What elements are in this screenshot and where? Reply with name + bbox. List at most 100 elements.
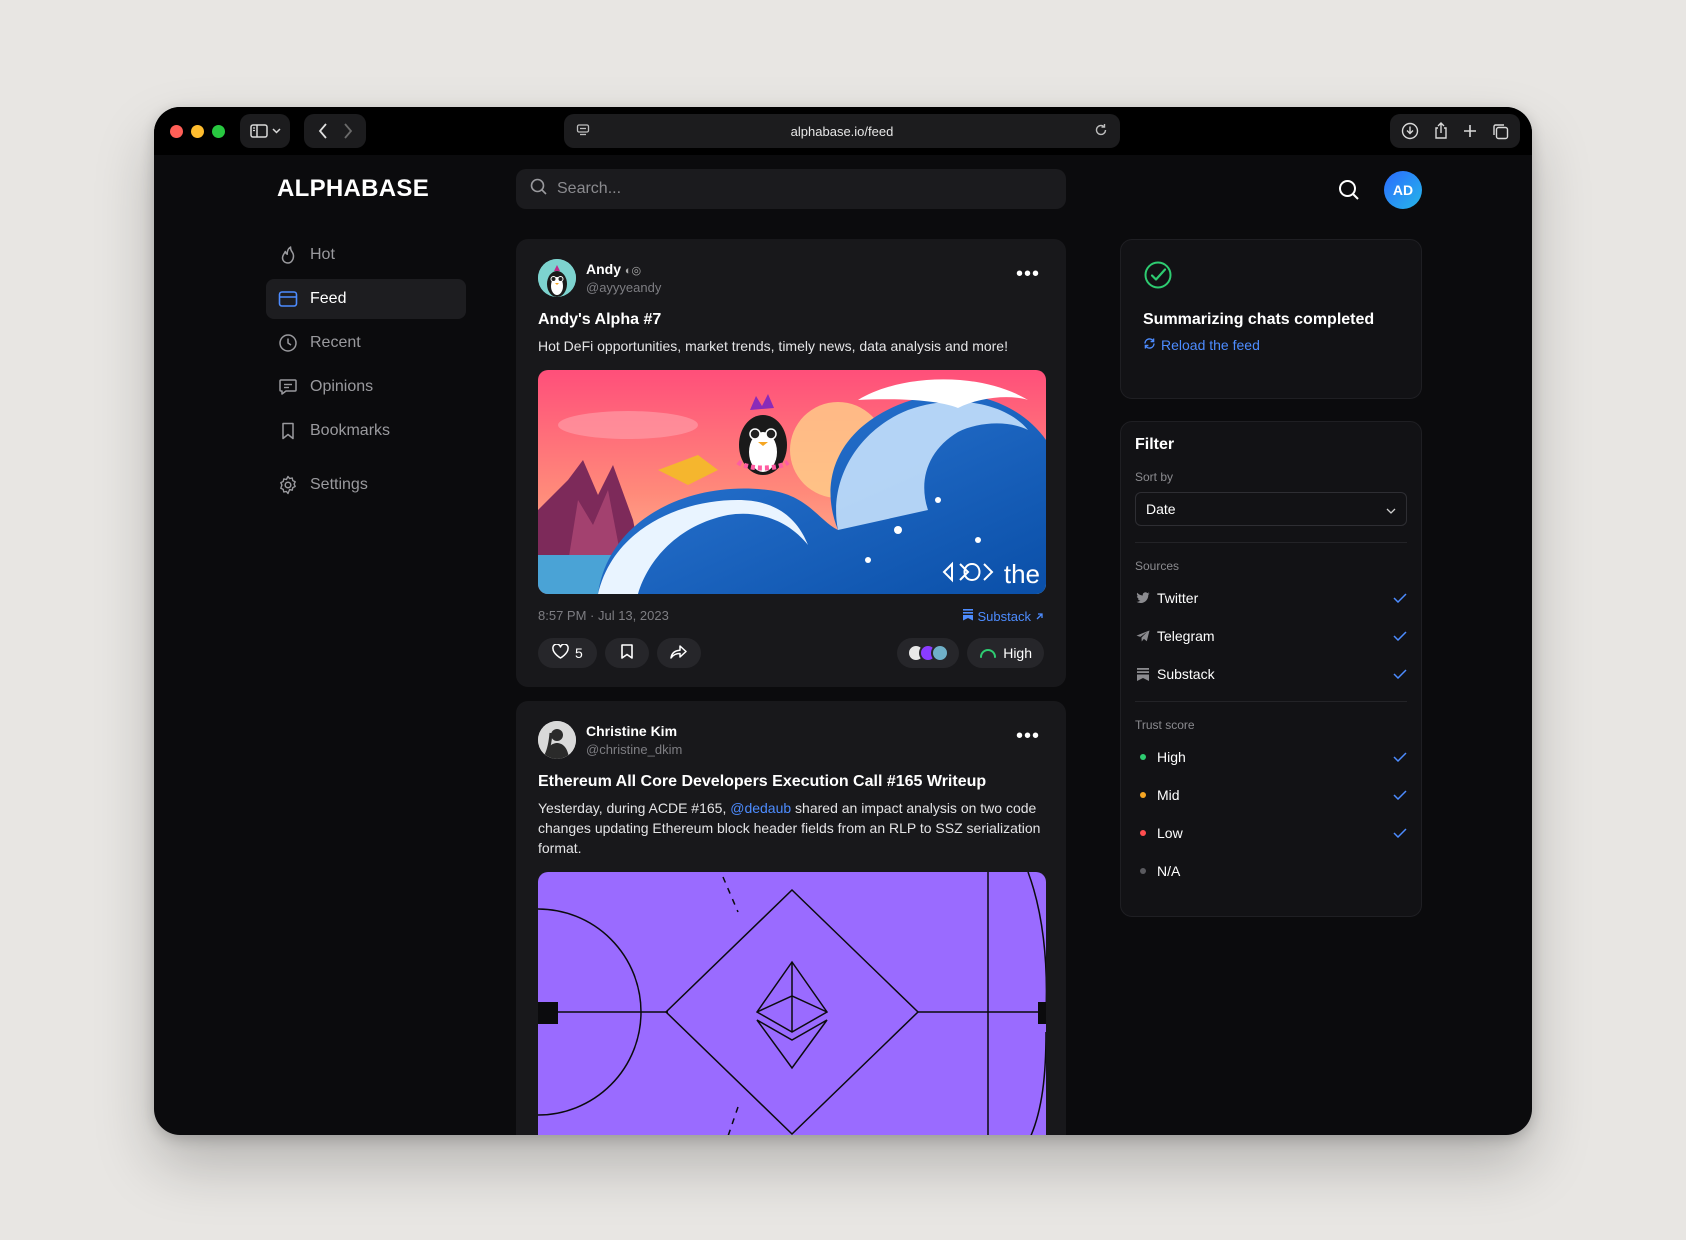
sidebar-toggle-button[interactable] <box>240 114 290 148</box>
clock-icon <box>278 333 298 353</box>
user-avatar[interactable]: AD <box>1384 171 1422 209</box>
sidebar-item-recent[interactable]: Recent <box>266 323 466 363</box>
close-window-button[interactable] <box>170 125 183 138</box>
back-button[interactable] <box>318 123 328 139</box>
source-option-substack[interactable]: Substack <box>1135 655 1407 693</box>
sidebar-item-settings[interactable]: Settings <box>266 465 466 505</box>
trust-option-label: High <box>1157 749 1186 765</box>
tab-overview-icon[interactable] <box>1492 123 1509 140</box>
reload-icon[interactable] <box>1094 123 1108 140</box>
like-count: 5 <box>575 645 583 661</box>
trust-na-dot <box>1135 868 1151 874</box>
author-avatar[interactable] <box>538 259 576 297</box>
sidebar-item-label: Opinions <box>310 378 374 395</box>
post-body-text: Yesterday, during ACDE #165, <box>538 800 731 816</box>
trust-score-badge[interactable]: High <box>967 638 1044 668</box>
bookmark-button[interactable] <box>604 638 649 668</box>
share-button[interactable] <box>656 638 701 668</box>
source-link[interactable]: Substack <box>962 608 1044 624</box>
author-name[interactable]: Christine Kim <box>586 723 682 739</box>
post-body: Hot DeFi opportunities, market trends, t… <box>538 338 1008 354</box>
trust-score-label: High <box>1003 645 1032 661</box>
post-title[interactable]: Andy's Alpha #7 <box>538 311 1044 329</box>
more-options-icon[interactable]: ••• <box>1016 726 1040 746</box>
feed-post: Andy ◐◎ @ayyyeandy ••• Andy's Alpha #7 H… <box>516 239 1066 687</box>
status-card: Summarizing chats completed Reload the f… <box>1120 239 1422 399</box>
sources-label: Sources <box>1135 559 1180 573</box>
chat-bubble-icon <box>278 377 298 397</box>
post-body: Yesterday, during ACDE #165, @dedaub sha… <box>538 798 1044 858</box>
author-avatar[interactable] <box>538 721 576 759</box>
heart-icon <box>552 643 569 662</box>
sort-label: Sort by <box>1135 470 1174 484</box>
source-option-telegram[interactable]: Telegram <box>1135 617 1407 655</box>
sidebar-item-label: Feed <box>310 290 347 307</box>
post-timestamp: 8:57 PM · Jul 13, 2023 <box>538 608 669 623</box>
author-handle[interactable]: @ayyyeandy <box>586 280 661 295</box>
more-options-icon[interactable]: ••• <box>1016 264 1040 284</box>
sidebar-item-label: Recent <box>310 334 361 351</box>
sidebar-item-hot[interactable]: Hot <box>266 235 466 275</box>
external-link-icon <box>1035 609 1044 624</box>
trust-score-label: Trust score <box>1135 718 1195 732</box>
sort-select[interactable]: Date <box>1135 492 1407 526</box>
post-actions: 5 High <box>538 638 1044 668</box>
filter-panel: Filter Sort by Date Sources Twitter Tele… <box>1120 421 1422 917</box>
trust-option-mid[interactable]: Mid <box>1135 776 1407 814</box>
sidebar-item-feed[interactable]: Feed <box>266 279 466 319</box>
post-title[interactable]: Ethereum All Core Developers Execution C… <box>538 773 1044 791</box>
search-icon[interactable] <box>1338 179 1360 206</box>
trust-low-dot <box>1135 830 1151 836</box>
source-option-twitter[interactable]: Twitter <box>1135 579 1407 617</box>
app-logo[interactable]: ALPHABASE <box>277 175 429 203</box>
sidebar-item-label: Hot <box>310 246 335 263</box>
feed-post: Christine Kim @christine_dkim ••• Ethere… <box>516 701 1066 1135</box>
author-handle[interactable]: @christine_dkim <box>586 742 682 757</box>
search-icon <box>530 178 547 200</box>
divider <box>1135 701 1407 702</box>
twitter-icon <box>1135 592 1151 604</box>
minimize-window-button[interactable] <box>191 125 204 138</box>
forward-button[interactable] <box>343 123 353 139</box>
post-author: Andy ◐◎ @ayyyeandy ••• <box>538 259 1044 297</box>
source-avatars[interactable] <box>897 638 960 668</box>
reload-feed-label: Reload the feed <box>1161 337 1260 353</box>
source-avatar <box>931 644 950 662</box>
address-bar[interactable]: alphabase.io/feed <box>564 114 1120 148</box>
sidebar-item-opinions[interactable]: Opinions <box>266 367 466 407</box>
share-icon[interactable] <box>1433 122 1449 140</box>
telegram-icon <box>1135 630 1151 642</box>
checkmark-icon <box>1393 666 1407 682</box>
sidebar-item-bookmarks[interactable]: Bookmarks <box>266 411 466 451</box>
checkmark-icon <box>1393 825 1407 841</box>
filter-title: Filter <box>1135 436 1175 453</box>
trust-gauge-icon <box>979 645 997 661</box>
chevron-down-icon <box>271 128 281 134</box>
check-circle-icon <box>1143 261 1173 294</box>
reload-feed-link[interactable]: Reload the feed <box>1143 337 1399 353</box>
substack-icon <box>1135 667 1151 681</box>
trust-option-high[interactable]: High <box>1135 738 1407 776</box>
author-name[interactable]: Andy <box>586 261 621 277</box>
chevron-down-icon <box>1386 501 1396 517</box>
browser-toolbar: alphabase.io/feed <box>154 107 1532 155</box>
trust-option-low[interactable]: Low <box>1135 814 1407 852</box>
source-option-label: Telegram <box>1157 628 1215 644</box>
post-image[interactable] <box>538 872 1046 1135</box>
sort-value: Date <box>1146 501 1176 517</box>
new-tab-icon[interactable] <box>1462 123 1478 139</box>
browser-actions <box>1390 114 1520 148</box>
search-input[interactable] <box>557 180 1037 198</box>
trust-option-label: N/A <box>1157 863 1181 879</box>
history-nav <box>304 114 366 148</box>
source-name: Substack <box>977 608 1031 624</box>
mention-link[interactable]: @dedaub <box>730 800 791 816</box>
sidebar-nav: Hot Feed Recent Opinions Bookmarks Setti… <box>266 235 466 509</box>
trust-mid-dot <box>1135 792 1151 798</box>
like-button[interactable]: 5 <box>538 638 597 668</box>
page-settings-icon[interactable] <box>576 123 590 140</box>
trust-option-na[interactable]: N/A <box>1135 852 1407 890</box>
zoom-window-button[interactable] <box>212 125 225 138</box>
downloads-icon[interactable] <box>1401 122 1419 140</box>
post-image[interactable]: the <box>538 370 1046 594</box>
